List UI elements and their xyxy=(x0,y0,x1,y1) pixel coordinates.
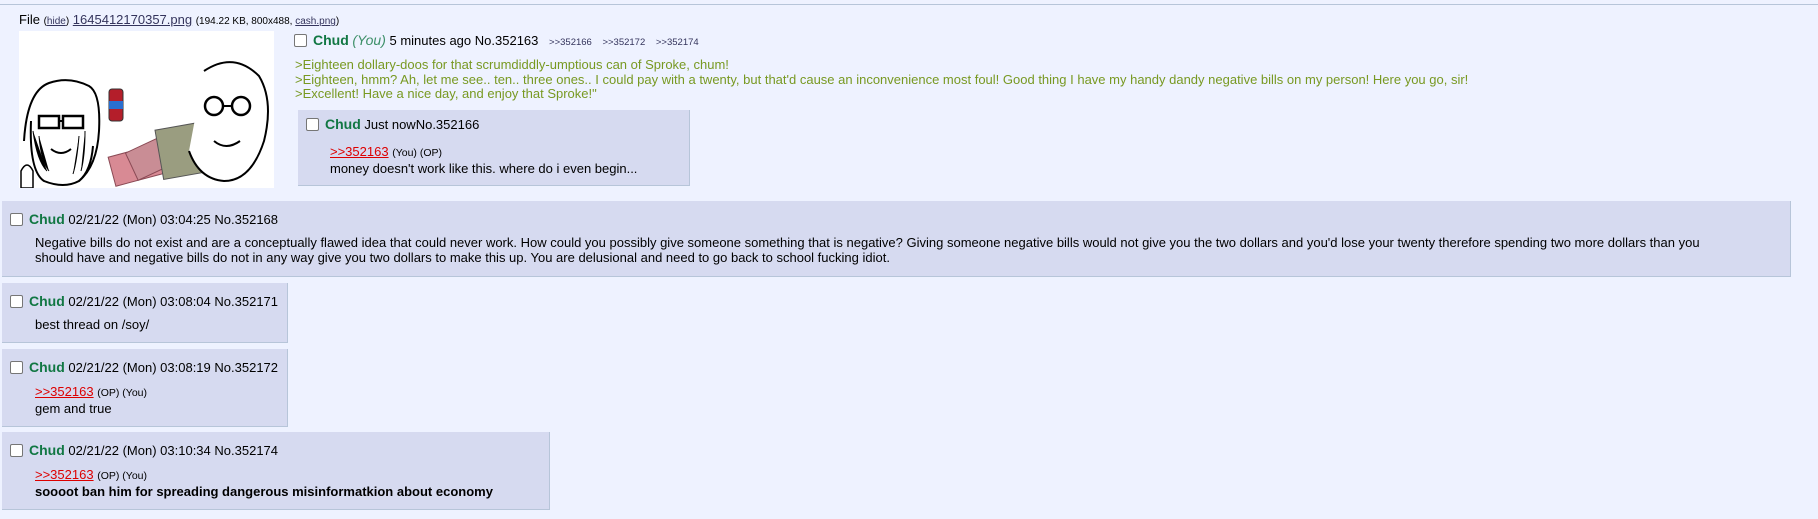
post-number-link[interactable]: No.352163 xyxy=(475,33,539,48)
poster-name: Chud xyxy=(325,116,361,132)
reply-header: Chud 02/21/22 (Mon) 03:10:34 No.352174 xyxy=(10,442,278,458)
file-meta: (194.22 KB, 800x488, xyxy=(195,16,293,27)
reply-header: Chud Just nowNo.352166 xyxy=(306,116,479,132)
op-post-body: >Eighteen dollary-doos for that scrumdid… xyxy=(295,57,1469,102)
post-number-link[interactable]: No.352174 xyxy=(214,443,278,458)
reply-text: money doesn't work like this. where do i… xyxy=(330,161,638,176)
backlinks: >>352166 >>352172 >>352174 xyxy=(542,33,699,48)
reply-header: Chud 02/21/22 (Mon) 03:08:04 No.352171 xyxy=(10,293,278,309)
reply-header: Chud 02/21/22 (Mon) 03:04:25 No.352168 xyxy=(10,211,278,227)
file-info: File (hide) 1645412170357.png (194.22 KB… xyxy=(19,12,340,27)
poster-name: Chud xyxy=(29,211,65,227)
reply-body: >>352163 (OP) (You) soooot ban him for s… xyxy=(35,467,493,499)
greentext-line: >Excellent! Have a nice day, and enjoy t… xyxy=(295,86,597,101)
post-time: 02/21/22 (Mon) 03:10:34 xyxy=(68,443,211,458)
reply-post: Chud 02/21/22 (Mon) 03:08:19 No.352172 >… xyxy=(2,349,288,427)
reply-select-checkbox[interactable] xyxy=(306,118,319,131)
greentext-line: >Eighteen dollary-doos for that scrumdid… xyxy=(295,57,729,72)
reply-text: gem and true xyxy=(35,401,112,416)
poster-name: Chud xyxy=(29,359,65,375)
original-filename-link[interactable]: cash.png xyxy=(295,16,336,27)
reply-post: Chud 02/21/22 (Mon) 03:04:25 No.352168 N… xyxy=(2,201,1791,277)
post-time: Just now xyxy=(364,117,416,132)
reply-text: soooot ban him for spreading dangerous m… xyxy=(35,484,493,499)
quote-link[interactable]: >>352163 xyxy=(35,384,94,399)
reply-post: Chud 02/21/22 (Mon) 03:10:34 No.352174 >… xyxy=(2,432,550,510)
wojak-cash-drawing xyxy=(20,61,269,188)
poster-name: Chud xyxy=(29,442,65,458)
reply-header: Chud 02/21/22 (Mon) 03:08:19 No.352172 xyxy=(10,359,278,375)
greentext-line: >Eighteen, hmm? Ah, let me see.. ten.. t… xyxy=(295,71,1469,87)
post-time: 02/21/22 (Mon) 03:04:25 xyxy=(68,212,211,227)
reply-text: best thread on /soy/ xyxy=(35,317,150,332)
reply-post: Chud Just nowNo.352166 >>352163 (You) (O… xyxy=(298,110,690,186)
reply-select-checkbox[interactable] xyxy=(10,213,23,226)
you-tag: (You) xyxy=(352,32,386,48)
post-number-link[interactable]: No.352171 xyxy=(214,294,278,309)
reply-body: best thread on /soy/ xyxy=(35,317,149,332)
reply-select-checkbox[interactable] xyxy=(10,444,23,457)
post-time: 02/21/22 (Mon) 03:08:19 xyxy=(68,360,211,375)
post-number-link[interactable]: No.352172 xyxy=(214,360,278,375)
post-time: 02/21/22 (Mon) 03:08:04 xyxy=(68,294,211,309)
poster-name: Chud xyxy=(313,32,349,48)
you-op-tags: (You) (OP) xyxy=(392,147,442,159)
reply-body: >>352163 (OP) (You) gem and true xyxy=(35,384,147,416)
you-op-tags: (OP) (You) xyxy=(97,387,147,399)
file-name-link[interactable]: 1645412170357.png xyxy=(73,12,192,27)
file-label: File xyxy=(19,12,40,27)
post-number-link[interactable]: No.352166 xyxy=(416,117,480,132)
quote-link[interactable]: >>352163 xyxy=(330,144,389,159)
op-post-header: Chud (You) 5 minutes ago No.352163 >>352… xyxy=(294,32,699,48)
reply-body: >>352163 (You) (OP) money doesn't work l… xyxy=(330,144,637,176)
reply-text-line: Negative bills do not exist and are a co… xyxy=(35,235,1700,250)
post-number-link[interactable]: No.352168 xyxy=(214,212,278,227)
reply-post: Chud 02/21/22 (Mon) 03:08:04 No.352171 b… xyxy=(2,283,288,343)
op-select-checkbox[interactable] xyxy=(294,34,307,47)
reply-body: Negative bills do not exist and are a co… xyxy=(35,235,1700,265)
op-image-thumbnail[interactable] xyxy=(19,31,274,188)
post-time: 5 minutes ago xyxy=(389,33,472,48)
hide-image-link[interactable]: hide xyxy=(47,16,66,27)
quote-link[interactable]: >>352163 xyxy=(35,467,94,482)
reply-select-checkbox[interactable] xyxy=(10,361,23,374)
poster-name: Chud xyxy=(29,293,65,309)
reply-select-checkbox[interactable] xyxy=(10,295,23,308)
backlink[interactable]: >>352174 xyxy=(656,37,699,48)
backlink[interactable]: >>352172 xyxy=(602,37,645,48)
you-op-tags: (OP) (You) xyxy=(97,470,147,482)
top-divider xyxy=(0,4,1818,5)
backlink[interactable]: >>352166 xyxy=(549,37,592,48)
reply-text-line: should have and negative bills do not in… xyxy=(35,250,890,265)
